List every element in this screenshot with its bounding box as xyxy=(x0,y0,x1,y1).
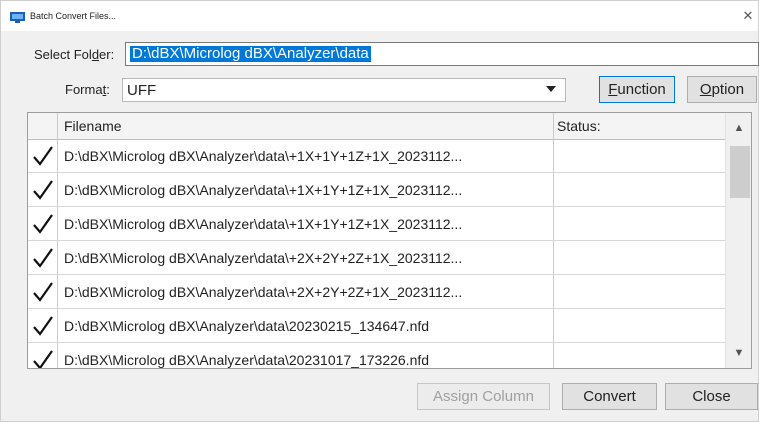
table-row[interactable]: D:\dBX\Microlog dBX\Analyzer\data\202310… xyxy=(28,343,725,369)
table-row[interactable]: D:\dBX\Microlog dBX\Analyzer\data\+1X+1Y… xyxy=(28,139,725,173)
function-button[interactable]: Function xyxy=(599,76,675,103)
format-label: Format: xyxy=(65,82,110,97)
checkmark-icon[interactable] xyxy=(32,179,54,201)
scroll-thumb[interactable] xyxy=(730,146,750,198)
folder-input[interactable]: D:\dBX\Microlog dBX\Analyzer\data xyxy=(125,42,759,66)
checkmark-icon[interactable] xyxy=(32,145,54,167)
vertical-scrollbar[interactable]: ▲ ▼ xyxy=(725,113,751,368)
table-row[interactable]: D:\dBX\Microlog dBX\Analyzer\data\+1X+1Y… xyxy=(28,173,725,207)
row-filename: D:\dBX\Microlog dBX\Analyzer\data\202302… xyxy=(64,318,430,334)
scroll-up-icon[interactable]: ▲ xyxy=(726,117,751,139)
checkmark-icon[interactable] xyxy=(32,281,54,303)
table-header: Filename Status: xyxy=(28,113,725,140)
table-row[interactable]: D:\dBX\Microlog dBX\Analyzer\data\+2X+2Y… xyxy=(28,275,725,309)
chevron-down-icon xyxy=(546,86,556,92)
row-filename: D:\dBX\Microlog dBX\Analyzer\data\+2X+2Y… xyxy=(64,250,463,266)
row-filename: D:\dBX\Microlog dBX\Analyzer\data\+2X+2Y… xyxy=(64,284,463,300)
assign-column-button[interactable]: Assign Column xyxy=(417,383,550,410)
row-filename: D:\dBX\Microlog dBX\Analyzer\data\+1X+1Y… xyxy=(64,216,463,232)
checkmark-icon[interactable] xyxy=(32,213,54,235)
select-folder-label: Select Folder: xyxy=(34,47,115,62)
row-filename: D:\dBX\Microlog dBX\Analyzer\data\+1X+1Y… xyxy=(64,148,463,164)
table-row[interactable]: D:\dBX\Microlog dBX\Analyzer\data\+1X+1Y… xyxy=(28,207,725,241)
close-button[interactable]: Close xyxy=(665,383,758,410)
close-icon[interactable]: ✕ xyxy=(739,7,757,25)
column-header-status[interactable]: Status: xyxy=(557,118,601,134)
folder-input-value: D:\dBX\Microlog dBX\Analyzer\data xyxy=(130,45,371,62)
format-dropdown[interactable]: UFF xyxy=(122,78,566,102)
format-dropdown-value: UFF xyxy=(127,82,157,99)
column-header-filename[interactable]: Filename xyxy=(64,118,122,134)
row-filename: D:\dBX\Microlog dBX\Analyzer\data\+1X+1Y… xyxy=(64,182,463,198)
title-bar: Batch Convert Files... ✕ xyxy=(1,1,758,31)
window-title: Batch Convert Files... xyxy=(30,11,117,21)
convert-button[interactable]: Convert xyxy=(562,383,657,410)
file-table: Filename Status: D:\dBX\Microlog dBX\Ana… xyxy=(27,112,752,369)
checkmark-icon[interactable] xyxy=(32,349,54,369)
checkmark-icon[interactable] xyxy=(32,315,54,337)
option-button[interactable]: Option xyxy=(687,76,757,103)
row-filename: D:\dBX\Microlog dBX\Analyzer\data\202310… xyxy=(64,352,430,368)
scroll-down-icon[interactable]: ▼ xyxy=(726,342,751,364)
batch-convert-dialog: Batch Convert Files... ✕ Select Folder: … xyxy=(0,0,759,422)
table-row[interactable]: D:\dBX\Microlog dBX\Analyzer\data\+2X+2Y… xyxy=(28,241,725,275)
checkmark-icon[interactable] xyxy=(32,247,54,269)
table-row[interactable]: D:\dBX\Microlog dBX\Analyzer\data\202302… xyxy=(28,309,725,343)
dialog-app-icon xyxy=(10,12,25,23)
